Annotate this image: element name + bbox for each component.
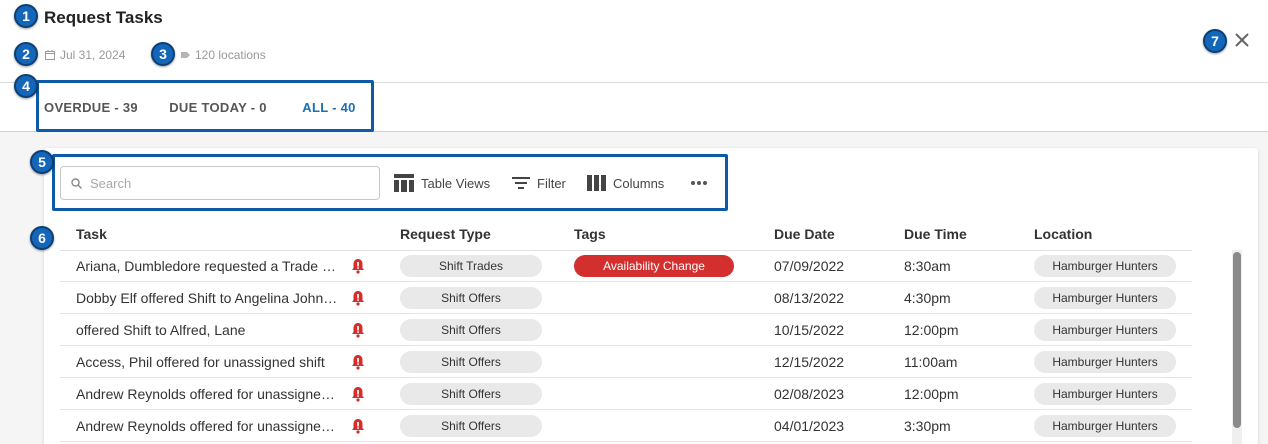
task-text: Ariana, Dumbledore requested a Trade wit…: [76, 258, 338, 274]
locations-text: 120 locations: [195, 48, 266, 62]
due-time-text: 12:00pm: [904, 322, 959, 338]
close-icon: [1235, 33, 1249, 47]
request-type-chip: Shift Offers: [400, 319, 542, 341]
location-chip: Hamburger Hunters: [1034, 319, 1176, 341]
annotation-badge-6: 6: [30, 226, 54, 250]
tag-chip: Availability Change: [574, 255, 734, 277]
table-row[interactable]: offered Shift to Alfred, Lane Shift Offe…: [60, 314, 1192, 346]
column-header-location[interactable]: Location: [1034, 226, 1092, 242]
date-text: Jul 31, 2024: [60, 48, 126, 62]
page-title: Request Tasks: [44, 8, 163, 27]
column-header-due-date[interactable]: Due Date: [774, 226, 835, 242]
alert-bell-icon: [352, 291, 364, 306]
annotation-badge-7: 7: [1203, 29, 1227, 53]
location-tag-icon: [181, 52, 190, 58]
annotation-badge-3: 3: [151, 42, 175, 66]
annotation-badge-1: 1: [14, 4, 38, 28]
location-chip: Hamburger Hunters: [1034, 415, 1176, 437]
location-chip: Hamburger Hunters: [1034, 351, 1176, 373]
alert-bell-icon: [352, 323, 364, 338]
due-date-text: 10/15/2022: [774, 322, 845, 338]
due-date-text: 07/09/2022: [774, 258, 845, 274]
annotation-badge-5: 5: [30, 150, 54, 174]
column-header-request-type[interactable]: Request Type: [400, 226, 491, 242]
column-header-tags[interactable]: Tags: [574, 226, 606, 242]
due-date-text: 12/15/2022: [774, 354, 845, 370]
request-type-chip: Shift Offers: [400, 415, 542, 437]
task-text: Andrew Reynolds offered for unassigned s…: [76, 386, 338, 402]
due-time-text: 3:30pm: [904, 418, 951, 434]
due-date-text: 04/01/2023: [774, 418, 845, 434]
table-row[interactable]: Andrew Reynolds offered for unassigned s…: [60, 410, 1192, 442]
task-text: Dobby Elf offered Shift to Angelina John…: [76, 290, 338, 306]
column-header-due-time[interactable]: Due Time: [904, 226, 967, 242]
due-time-text: 11:00am: [904, 354, 958, 370]
due-time-text: 4:30pm: [904, 290, 951, 306]
toolbar-highlight-box: [52, 154, 728, 211]
task-text: Access, Phil offered for unassigned shif…: [76, 354, 325, 370]
request-type-chip: Shift Trades: [400, 255, 542, 277]
alert-bell-icon: [352, 419, 364, 434]
request-type-chip: Shift Offers: [400, 383, 542, 405]
table-row[interactable]: Dobby Elf offered Shift to Angelina John…: [60, 282, 1192, 314]
due-date-text: 02/08/2023: [774, 386, 845, 402]
scrollbar-thumb[interactable]: [1233, 252, 1241, 428]
due-date-text: 08/13/2022: [774, 290, 845, 306]
due-time-text: 8:30am: [904, 258, 951, 274]
table-row[interactable]: Ariana, Dumbledore requested a Trade wit…: [60, 250, 1192, 282]
annotation-badge-2: 2: [14, 42, 38, 66]
location-chip: Hamburger Hunters: [1034, 383, 1176, 405]
due-time-text: 12:00pm: [904, 386, 959, 402]
column-header-task[interactable]: Task: [76, 226, 107, 242]
alert-bell-icon: [352, 387, 364, 402]
alert-bell-icon: [352, 355, 364, 370]
request-type-chip: Shift Offers: [400, 351, 542, 373]
report-date: Jul 31, 2024: [45, 48, 125, 62]
table-row[interactable]: Andrew Reynolds offered for unassigned s…: [60, 378, 1192, 410]
annotation-badge-4: 4: [14, 74, 38, 98]
close-button[interactable]: [1232, 30, 1252, 50]
tabs-highlight-box: [36, 80, 374, 132]
location-chip: Hamburger Hunters: [1034, 287, 1176, 309]
calendar-icon: [45, 50, 55, 60]
locations-count: 120 locations: [181, 48, 266, 62]
location-chip: Hamburger Hunters: [1034, 255, 1176, 277]
task-text: offered Shift to Alfred, Lane: [76, 322, 246, 338]
alert-bell-icon: [352, 259, 364, 274]
table-row[interactable]: Access, Phil offered for unassigned shif…: [60, 346, 1192, 378]
request-type-chip: Shift Offers: [400, 287, 542, 309]
task-text: Andrew Reynolds offered for unassigned s…: [76, 418, 338, 434]
